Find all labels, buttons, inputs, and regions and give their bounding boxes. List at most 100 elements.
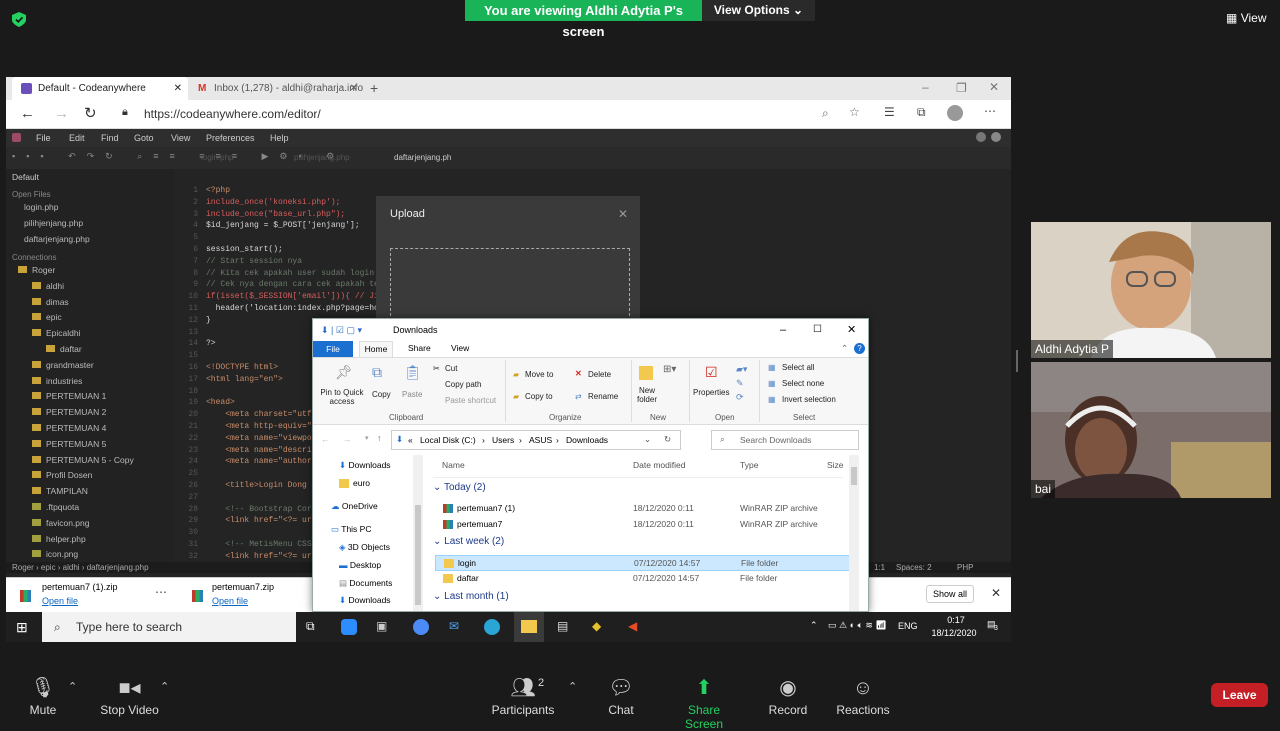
- nav-item-desktop[interactable]: ▬ Desktop: [339, 560, 381, 570]
- tree-item[interactable]: TAMPILAN: [32, 486, 88, 496]
- open-file-link[interactable]: Open file: [212, 596, 248, 606]
- tree-item[interactable]: Epicaldhi: [32, 328, 81, 338]
- video-tile[interactable]: Aldhi Adytia P: [1031, 222, 1271, 358]
- close-tab-icon[interactable]: ✕: [174, 77, 182, 100]
- download-filename[interactable]: pertemuan7.zip: [212, 582, 274, 592]
- properties-button[interactable]: Properties: [693, 388, 729, 397]
- breadcrumb-asus[interactable]: ASUS: [529, 435, 552, 445]
- record-button[interactable]: ◉ Record: [766, 673, 810, 717]
- tree-item[interactable]: .ftpquota: [32, 502, 79, 512]
- refresh-icon[interactable]: ↻: [664, 434, 671, 445]
- editor-tab-login[interactable]: login.php: [201, 153, 233, 162]
- download-more-icon[interactable]: ⋯: [155, 585, 167, 599]
- tree-item[interactable]: epic: [32, 312, 62, 322]
- taskbar-search[interactable]: ⌕ Type here to search: [42, 612, 296, 642]
- list-item[interactable]: daftar 07/12/2020 14:57 File folder: [433, 571, 843, 587]
- zoom-search-icon[interactable]: ⌕: [822, 106, 829, 121]
- mail-icon[interactable]: ✉: [449, 619, 459, 633]
- copy-to-button[interactable]: Copy to: [525, 392, 553, 401]
- clock-date[interactable]: 18/12/2020: [924, 628, 984, 638]
- forward-icon[interactable]: →: [54, 105, 69, 122]
- terminal-icon[interactable]: ▤: [557, 619, 568, 633]
- breadcrumb-downloads[interactable]: Downloads: [566, 435, 608, 445]
- list-item[interactable]: pertemuan7 18/12/2020 0:11 WinRAR ZIP ar…: [433, 517, 856, 533]
- tray-icons[interactable]: ▭ ⚠ ◐ 🔈︎ ≋ 📶︎: [828, 620, 887, 631]
- tree-item[interactable]: dimas: [32, 297, 69, 307]
- select-all-button[interactable]: Select all: [782, 363, 814, 372]
- stop-video-button[interactable]: ■◂ Stop Video: [97, 673, 162, 717]
- participants-button[interactable]: 👥︎ Participants: [490, 673, 556, 717]
- edge-icon[interactable]: [484, 619, 500, 635]
- nav-scrollbar[interactable]: [413, 455, 423, 611]
- participants-options-chevron-icon[interactable]: ⌃: [568, 680, 577, 693]
- status-spaces[interactable]: Spaces: 2: [896, 562, 932, 573]
- list-item[interactable]: pertemuan7 (1) 18/12/2020 0:11 WinRAR ZI…: [433, 501, 856, 517]
- share-screen-button[interactable]: ⬆ Share Screen: [668, 673, 740, 731]
- restore-icon[interactable]: ❐: [956, 81, 967, 95]
- group-last-week[interactable]: ⌄ Last week (2): [433, 536, 843, 552]
- minimize-icon[interactable]: –: [780, 319, 786, 341]
- close-tab-icon[interactable]: ✕: [350, 77, 358, 100]
- search-input[interactable]: Search Downloads: [740, 435, 811, 445]
- tree-item[interactable]: aldhi: [32, 281, 64, 291]
- video-options-chevron-icon[interactable]: ⌃: [160, 680, 169, 693]
- new-item-icon[interactable]: ⊞▾: [663, 364, 676, 375]
- menu-goto[interactable]: Goto: [134, 133, 154, 143]
- security-shield-icon[interactable]: [12, 12, 26, 27]
- video-tile[interactable]: bai: [1031, 362, 1271, 498]
- tray-overflow-icon[interactable]: ⌃: [810, 620, 818, 631]
- recent-icon[interactable]: ▾: [365, 434, 369, 442]
- forward-icon[interactable]: →: [343, 434, 352, 444]
- leave-button[interactable]: Leave: [1211, 683, 1268, 707]
- tree-item[interactable]: industries: [32, 376, 82, 386]
- open-file-link[interactable]: Open file: [42, 596, 78, 606]
- column-type[interactable]: Type: [740, 460, 758, 470]
- open-edit-history-icons[interactable]: ▰▾ ✎ ⟳: [736, 362, 747, 404]
- nav-item-downloads[interactable]: ⬇ Downloads: [339, 460, 391, 471]
- tree-item[interactable]: PERTEMUAN 5 - Copy: [32, 455, 134, 465]
- select-none-button[interactable]: Select none: [782, 379, 824, 388]
- view-layout-button[interactable]: ▦ View: [1226, 11, 1266, 25]
- chat-button[interactable]: 💬︎ Chat: [600, 673, 642, 717]
- search-box[interactable]: ⌕ Search Downloads: [711, 430, 859, 450]
- column-name[interactable]: Name: [442, 460, 465, 470]
- tree-item[interactable]: favicon.png: [32, 518, 89, 528]
- delete-button[interactable]: Delete: [588, 370, 611, 379]
- favorites-icon[interactable]: ☰: [884, 105, 895, 119]
- ribbon-tab-home[interactable]: Home: [359, 341, 393, 357]
- nav-item-onedrive[interactable]: ☁ OneDrive: [331, 501, 378, 512]
- app-icon[interactable]: ◆: [592, 619, 601, 633]
- editor-tab-pilihjenjang[interactable]: pilihjenjang.php: [294, 153, 350, 162]
- nav-item-downloads-pc[interactable]: ⬇ Downloads: [339, 595, 391, 606]
- menu-preferences[interactable]: Preferences: [206, 133, 255, 143]
- windows-start-icon[interactable]: ⊞: [16, 619, 28, 636]
- tree-item[interactable]: Profil Dosen: [32, 470, 92, 480]
- file-explorer-taskbar-button[interactable]: [514, 612, 544, 642]
- move-to-button[interactable]: Move to: [525, 370, 553, 379]
- editor-tab-daftarjenjang[interactable]: daftarjenjang.ph: [394, 153, 451, 162]
- collections-icon[interactable]: ⧉: [917, 105, 926, 120]
- user-icon[interactable]: [991, 132, 1001, 142]
- url-field[interactable]: https://codeanywhere.com/editor/: [144, 107, 321, 121]
- new-tab-icon[interactable]: +: [370, 80, 378, 96]
- browser-tab-codeanywhere[interactable]: Default - Codeanywhere ✕: [12, 77, 188, 100]
- close-window-icon[interactable]: ✕: [989, 80, 999, 94]
- column-size[interactable]: Size: [827, 460, 844, 470]
- path-bar[interactable]: ⬇ « Local Disk (C:) › Users › ASUS › Dow…: [391, 430, 681, 450]
- tree-item[interactable]: helper.php: [32, 534, 86, 544]
- tree-item[interactable]: PERTEMUAN 2: [32, 407, 106, 417]
- lock-icon[interactable]: 🔒︎: [122, 106, 128, 119]
- status-language[interactable]: PHP: [957, 562, 973, 573]
- ribbon-tab-share[interactable]: Share: [408, 343, 431, 353]
- language-indicator[interactable]: ENG: [898, 621, 918, 631]
- ribbon-collapse-icon[interactable]: ⌃: [841, 343, 848, 354]
- store-icon[interactable]: ▣: [376, 619, 387, 633]
- nav-item-documents[interactable]: ▤ Documents: [339, 578, 392, 589]
- help-icon[interactable]: ?: [854, 343, 865, 354]
- show-all-button[interactable]: Show all: [926, 585, 975, 603]
- group-today[interactable]: ⌄ Today (2): [433, 482, 843, 498]
- paste-shortcut-button[interactable]: Paste shortcut: [445, 396, 496, 405]
- back-icon[interactable]: ←: [321, 434, 330, 444]
- menu-edit[interactable]: Edit: [69, 133, 85, 143]
- pin-quick-access-button[interactable]: Pin to Quick access: [318, 388, 366, 406]
